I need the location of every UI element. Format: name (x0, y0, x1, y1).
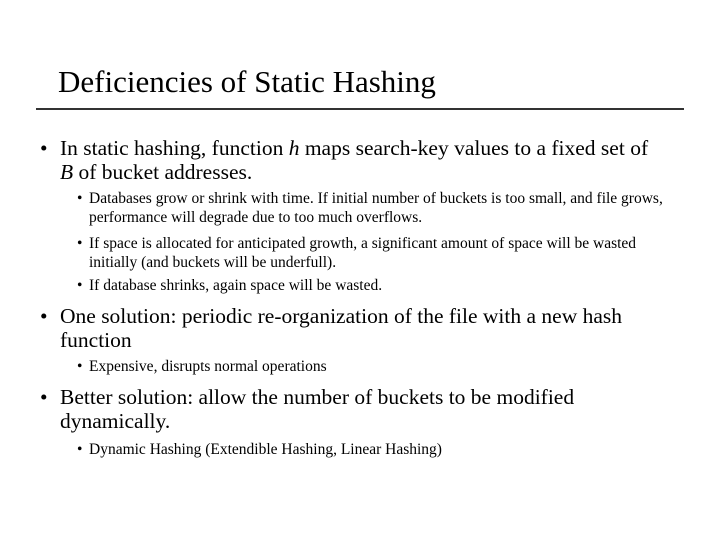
slide-title: Deficiencies of Static Hashing (58, 64, 436, 99)
bullet-icon: • (40, 385, 48, 409)
sub-bullet-text: Dynamic Hashing (Extendible Hashing, Lin… (89, 441, 442, 458)
bullet-better-solution: • Better solution: allow the number of b… (40, 385, 660, 433)
bullet-icon: • (77, 358, 83, 375)
bullet-one-solution: • One solution: periodic re-organization… (40, 304, 660, 352)
bullet-icon: • (77, 277, 83, 294)
sub-bullet-shrinks: • If database shrinks, again space will … (77, 276, 669, 295)
bullet-static-hashing: • In static hashing, function h maps sea… (40, 136, 660, 184)
sub-bullet-text: Databases grow or shrink with time. If i… (89, 190, 663, 226)
bullet-icon: • (40, 304, 48, 328)
bullet-icon: • (40, 136, 48, 160)
bullet-icon: • (77, 441, 83, 458)
bullet-text: One solution: periodic re-organization o… (60, 304, 623, 352)
bullet-icon: • (77, 190, 83, 207)
sub-bullet-text: If space is allocated for anticipated gr… (89, 235, 637, 271)
title-divider (36, 108, 684, 110)
bullet-icon: • (77, 235, 83, 252)
sub-bullet-expensive: • Expensive, disrupts normal operations (77, 357, 669, 376)
bullet-text: In static hashing, function h maps searc… (60, 136, 649, 184)
var-h: h (288, 136, 300, 160)
sub-bullet-dynamic-hashing: • Dynamic Hashing (Extendible Hashing, L… (77, 440, 669, 459)
var-b: B (60, 160, 74, 184)
sub-bullet-grow-shrink: • Databases grow or shrink with time. If… (77, 189, 669, 227)
bullet-text: Better solution: allow the number of buc… (60, 385, 575, 433)
sub-bullet-anticipated-growth: • If space is allocated for anticipated … (77, 234, 669, 272)
sub-bullet-text: Expensive, disrupts normal operations (89, 358, 327, 375)
sub-bullet-text: If database shrinks, again space will be… (89, 277, 383, 294)
